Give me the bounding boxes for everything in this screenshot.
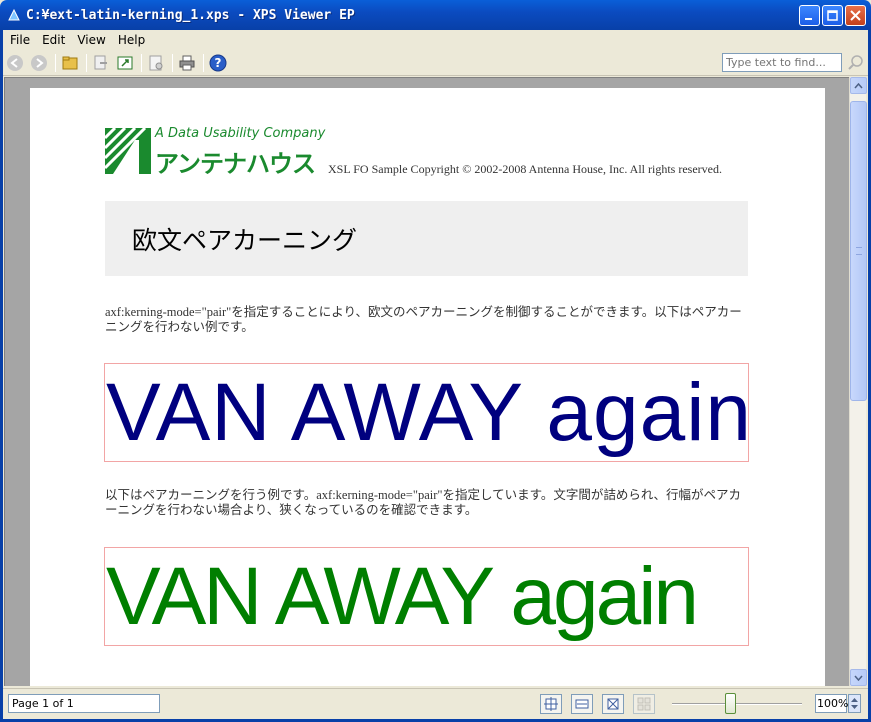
forward-arrow-icon (31, 54, 47, 71)
title-bar[interactable]: C:¥ext-latin-kerning_1.xps - XPS Viewer … (0, 0, 871, 30)
find-text-input[interactable] (722, 53, 842, 72)
window-title: C:¥ext-latin-kerning_1.xps - XPS Viewer … (26, 7, 355, 23)
toolbar-separator (172, 53, 173, 72)
search-magnifier-icon[interactable] (847, 54, 865, 72)
maximize-button[interactable] (822, 5, 843, 26)
back-button[interactable] (4, 52, 26, 74)
spinner-arrows-icon (851, 698, 858, 709)
fit-page-icon (544, 697, 558, 711)
logo-tagline: A Data Usability Company (155, 126, 326, 141)
paragraph-kerning: 以下はペアカーニングを行う例です。axf:kerning-mode="pair"… (105, 488, 741, 517)
sample-text-kerning: VAN AWAY again (106, 551, 699, 642)
toolbar: ? (0, 50, 871, 76)
menu-edit[interactable]: Edit (36, 33, 71, 47)
menu-view[interactable]: View (71, 33, 111, 47)
document-viewer[interactable]: A Data Usability Company アンテナハウス XSL FO … (4, 77, 849, 686)
properties-button[interactable] (145, 52, 167, 74)
menu-file[interactable]: File (4, 33, 36, 47)
copyright-text: XSL FO Sample Copyright © 2002-2008 Ante… (328, 162, 722, 176)
zoom-slider-thumb[interactable] (724, 693, 736, 714)
actual-size-icon (607, 698, 619, 710)
document-page: A Data Usability Company アンテナハウス XSL FO … (30, 88, 825, 686)
toolbar-separator (141, 53, 142, 72)
page-indicator[interactable]: Page 1 of 1 (8, 694, 160, 713)
section-heading-box: 欧文ペアカーニング (105, 201, 748, 276)
menu-help[interactable]: Help (112, 33, 151, 47)
minimize-button[interactable] (799, 5, 820, 26)
help-button[interactable]: ? (207, 52, 229, 74)
chevron-up-icon (854, 82, 863, 88)
status-bar: Page 1 of 1 100% (0, 688, 871, 722)
antenna-house-logo-mark (105, 128, 151, 174)
minimize-icon (805, 18, 812, 20)
svg-text:?: ? (215, 56, 222, 70)
window-expand-icon (117, 56, 133, 69)
thumbnails-button[interactable] (633, 694, 655, 714)
maximize-icon (827, 10, 838, 21)
zoom-level-input[interactable]: 100% (815, 694, 848, 713)
chevron-down-icon (854, 675, 863, 681)
actual-size-button[interactable] (602, 694, 624, 714)
fit-page-button[interactable] (540, 694, 562, 714)
document-export-icon (94, 55, 107, 69)
logo-company-name: アンテナハウス (155, 150, 316, 178)
scroll-thumb[interactable] (850, 101, 867, 401)
window-controls (799, 5, 866, 26)
toolbar-separator (55, 53, 56, 72)
vertical-scrollbar[interactable] (849, 77, 867, 686)
open-button[interactable] (59, 52, 81, 74)
fit-window-button[interactable] (114, 52, 136, 74)
document-properties-icon (149, 55, 163, 70)
scroll-up-button[interactable] (850, 77, 867, 94)
folder-icon (62, 56, 78, 69)
sample-text-no-kerning: VAN AWAY again (106, 367, 749, 458)
close-icon (850, 10, 861, 21)
scroll-down-button[interactable] (850, 669, 867, 686)
close-button[interactable] (845, 5, 866, 26)
help-question-icon: ? (209, 54, 227, 71)
section-heading: 欧文ペアカーニング (132, 226, 358, 255)
scroll-grip (856, 247, 862, 255)
zoom-slider-track[interactable] (672, 703, 802, 705)
export-button[interactable] (90, 52, 112, 74)
paragraph-no-kerning: axf:kerning-mode="pair"を指定することにより、欧文のペアカ… (105, 305, 742, 334)
menu-bar: File Edit View Help (0, 30, 871, 50)
print-button[interactable] (176, 52, 198, 74)
zoom-spinner[interactable] (848, 694, 861, 713)
sample-box-kerning: VAN AWAY again (104, 547, 749, 646)
fit-width-button[interactable] (571, 694, 593, 714)
thumbnails-grid-icon (637, 697, 651, 711)
fit-width-icon (575, 699, 589, 709)
antenna-house-logo: A Data Usability Company アンテナハウス (105, 126, 326, 178)
toolbar-separator (86, 53, 87, 72)
printer-icon (179, 55, 195, 70)
toolbar-separator (203, 53, 204, 72)
xps-app-icon (8, 8, 20, 21)
back-arrow-icon (7, 54, 23, 71)
forward-button[interactable] (28, 52, 50, 74)
sample-box-no-kerning: VAN AWAY again (104, 363, 749, 462)
